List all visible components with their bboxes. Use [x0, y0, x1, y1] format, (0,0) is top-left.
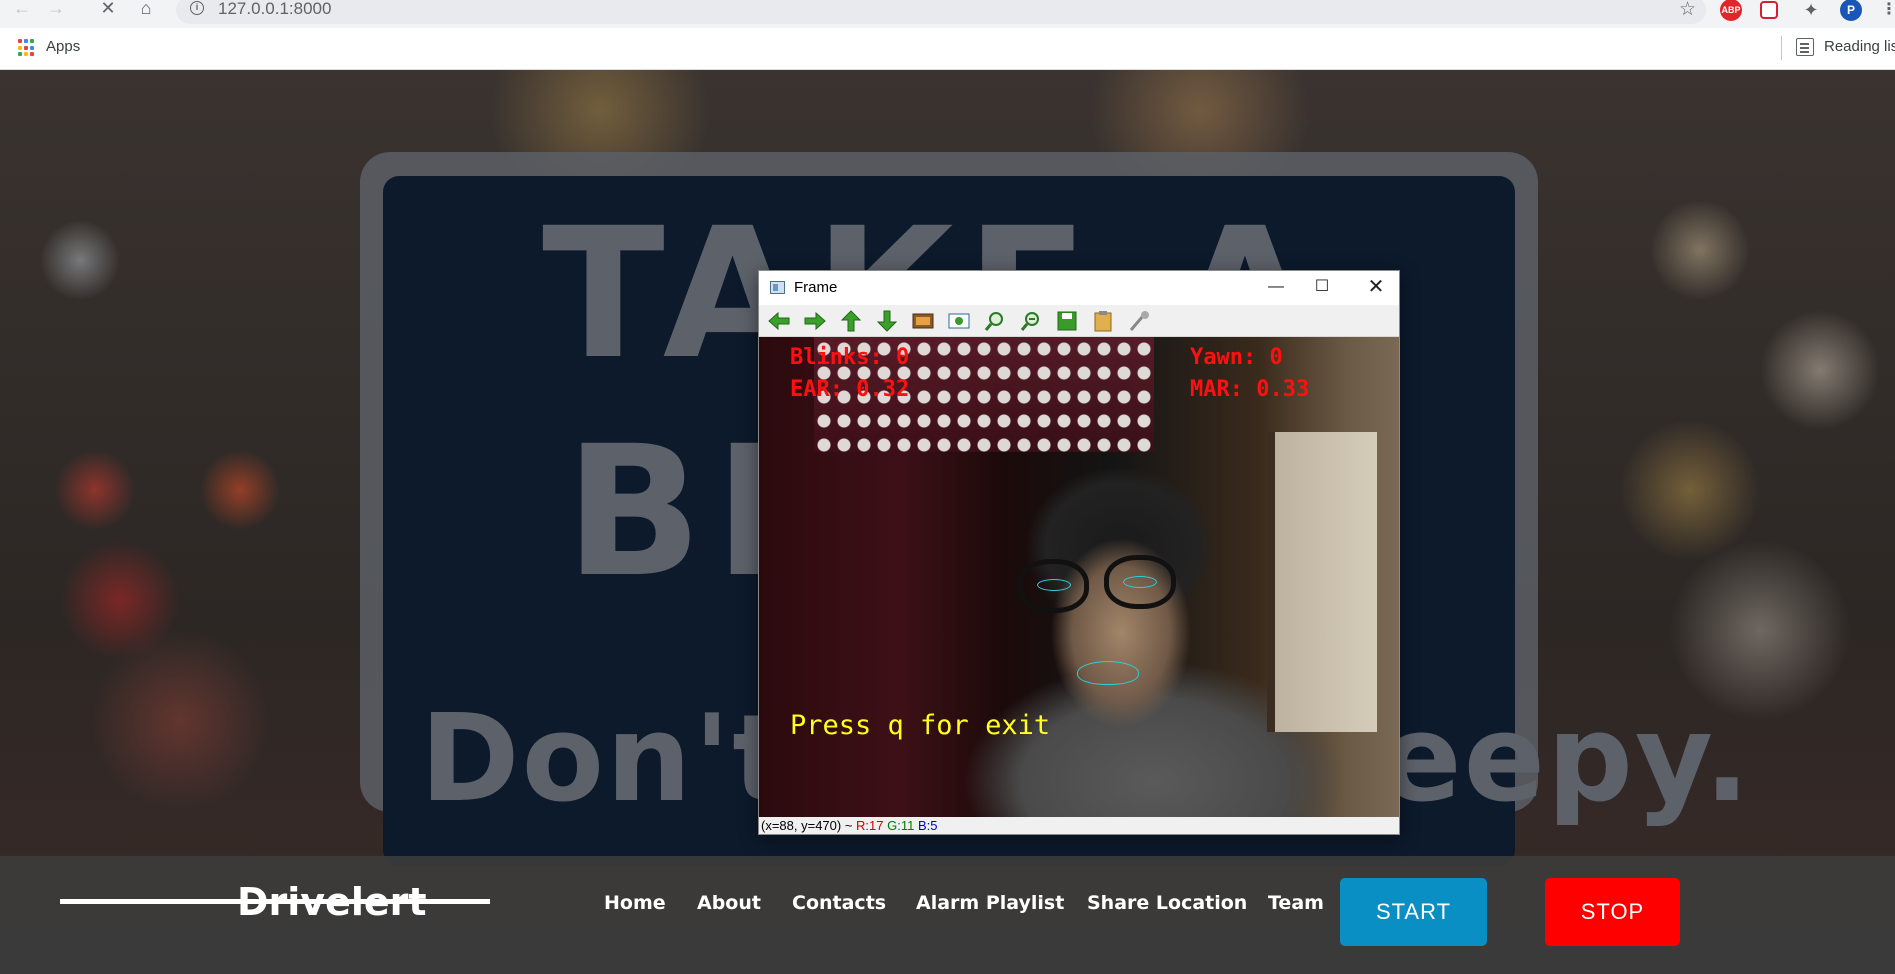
status-red: R:17: [856, 818, 884, 833]
menu-kebab-icon[interactable]: ⋮: [1878, 0, 1895, 21]
zoom-out-icon[interactable]: [1019, 310, 1043, 332]
left-eye-contour: [1037, 579, 1071, 591]
window-app-icon: [770, 281, 785, 294]
frame-window: Frame — ☐ ✕ Blinks: 0 EAR: 0.32 Yawn: 0 …: [758, 270, 1400, 835]
browser-toolbar: ← → ✕ ⌂ i 127.0.0.1:8000 ☆ ABP ✦ P ⋮: [0, 0, 1895, 28]
site-navbar: Drivelert Home About Contacts Alarm Play…: [0, 856, 1895, 974]
bookmark-star-icon[interactable]: ☆: [1679, 0, 1696, 21]
ear-value: EAR: 0.32: [790, 377, 910, 402]
nav-alarm-playlist[interactable]: Alarm Playlist: [916, 892, 1064, 914]
profile-avatar[interactable]: P: [1840, 0, 1862, 21]
save-icon[interactable]: [1055, 310, 1079, 332]
start-button[interactable]: START: [1340, 878, 1487, 946]
mar-value: MAR: 0.33: [1190, 377, 1310, 402]
pan-right-icon[interactable]: [803, 310, 827, 332]
window-titlebar[interactable]: Frame — ☐ ✕: [759, 271, 1399, 305]
reading-list-button[interactable]: Reading list: [1824, 38, 1895, 55]
url-text[interactable]: 127.0.0.1:8000: [218, 0, 331, 19]
zoom-fit-icon[interactable]: [911, 310, 935, 332]
image-toolbar: [759, 305, 1399, 337]
reading-list-icon[interactable]: [1796, 38, 1814, 56]
nav-share-location[interactable]: Share Location: [1087, 892, 1247, 914]
pocket-icon[interactable]: [1760, 1, 1778, 19]
nav-team[interactable]: Team: [1268, 892, 1324, 914]
copy-icon[interactable]: [1091, 310, 1115, 332]
nav-contacts[interactable]: Contacts: [792, 892, 886, 914]
home-icon[interactable]: ⌂: [132, 0, 160, 20]
address-bar[interactable]: i 127.0.0.1:8000 ☆: [176, 0, 1706, 24]
zoom-in-icon[interactable]: [983, 310, 1007, 332]
extensions-puzzle-icon[interactable]: ✦: [1800, 0, 1822, 21]
window-title: Frame: [794, 279, 838, 296]
pan-up-icon[interactable]: [839, 310, 863, 332]
pan-left-icon[interactable]: [767, 310, 791, 332]
status-coords: (x=88, y=470) ~: [761, 818, 853, 833]
stop-loading-icon[interactable]: ✕: [94, 0, 122, 20]
apps-bookmark[interactable]: Apps: [46, 38, 80, 55]
minimize-icon[interactable]: —: [1253, 271, 1299, 303]
right-eye-contour: [1123, 576, 1157, 588]
camera-feed: Blinks: 0 EAR: 0.32 Yawn: 0 MAR: 0.33 Pr…: [759, 337, 1399, 817]
pan-down-icon[interactable]: [875, 310, 899, 332]
bookmarks-bar: Apps Reading list: [0, 28, 1895, 70]
blinks-counter: Blinks: 0: [790, 345, 910, 370]
yawn-counter: Yawn: 0: [1190, 345, 1283, 370]
zoom-original-icon[interactable]: [947, 310, 971, 332]
site-info-icon[interactable]: i: [190, 1, 204, 15]
scroll-indicator: [60, 899, 490, 904]
nav-home[interactable]: Home: [604, 892, 666, 914]
status-green: G:11: [887, 818, 915, 833]
back-icon[interactable]: ←: [8, 0, 36, 20]
exit-hint: Press q for exit: [790, 710, 1051, 741]
status-blue: B:5: [917, 818, 938, 833]
nav-about[interactable]: About: [697, 892, 761, 914]
forward-icon[interactable]: →: [42, 0, 70, 20]
properties-icon[interactable]: [1127, 310, 1151, 332]
close-icon[interactable]: ✕: [1353, 271, 1399, 303]
door: [1267, 432, 1377, 732]
adblock-plus-icon[interactable]: ABP: [1720, 0, 1742, 21]
mouth-contour: [1077, 661, 1139, 685]
stop-button[interactable]: STOP: [1545, 878, 1680, 946]
bookmarks-divider: [1781, 36, 1782, 60]
pixel-status-bar: (x=88, y=470) ~ R:17 G:11 B:5: [759, 817, 1399, 834]
apps-grid-icon[interactable]: [18, 39, 36, 57]
maximize-icon[interactable]: ☐: [1299, 271, 1345, 303]
